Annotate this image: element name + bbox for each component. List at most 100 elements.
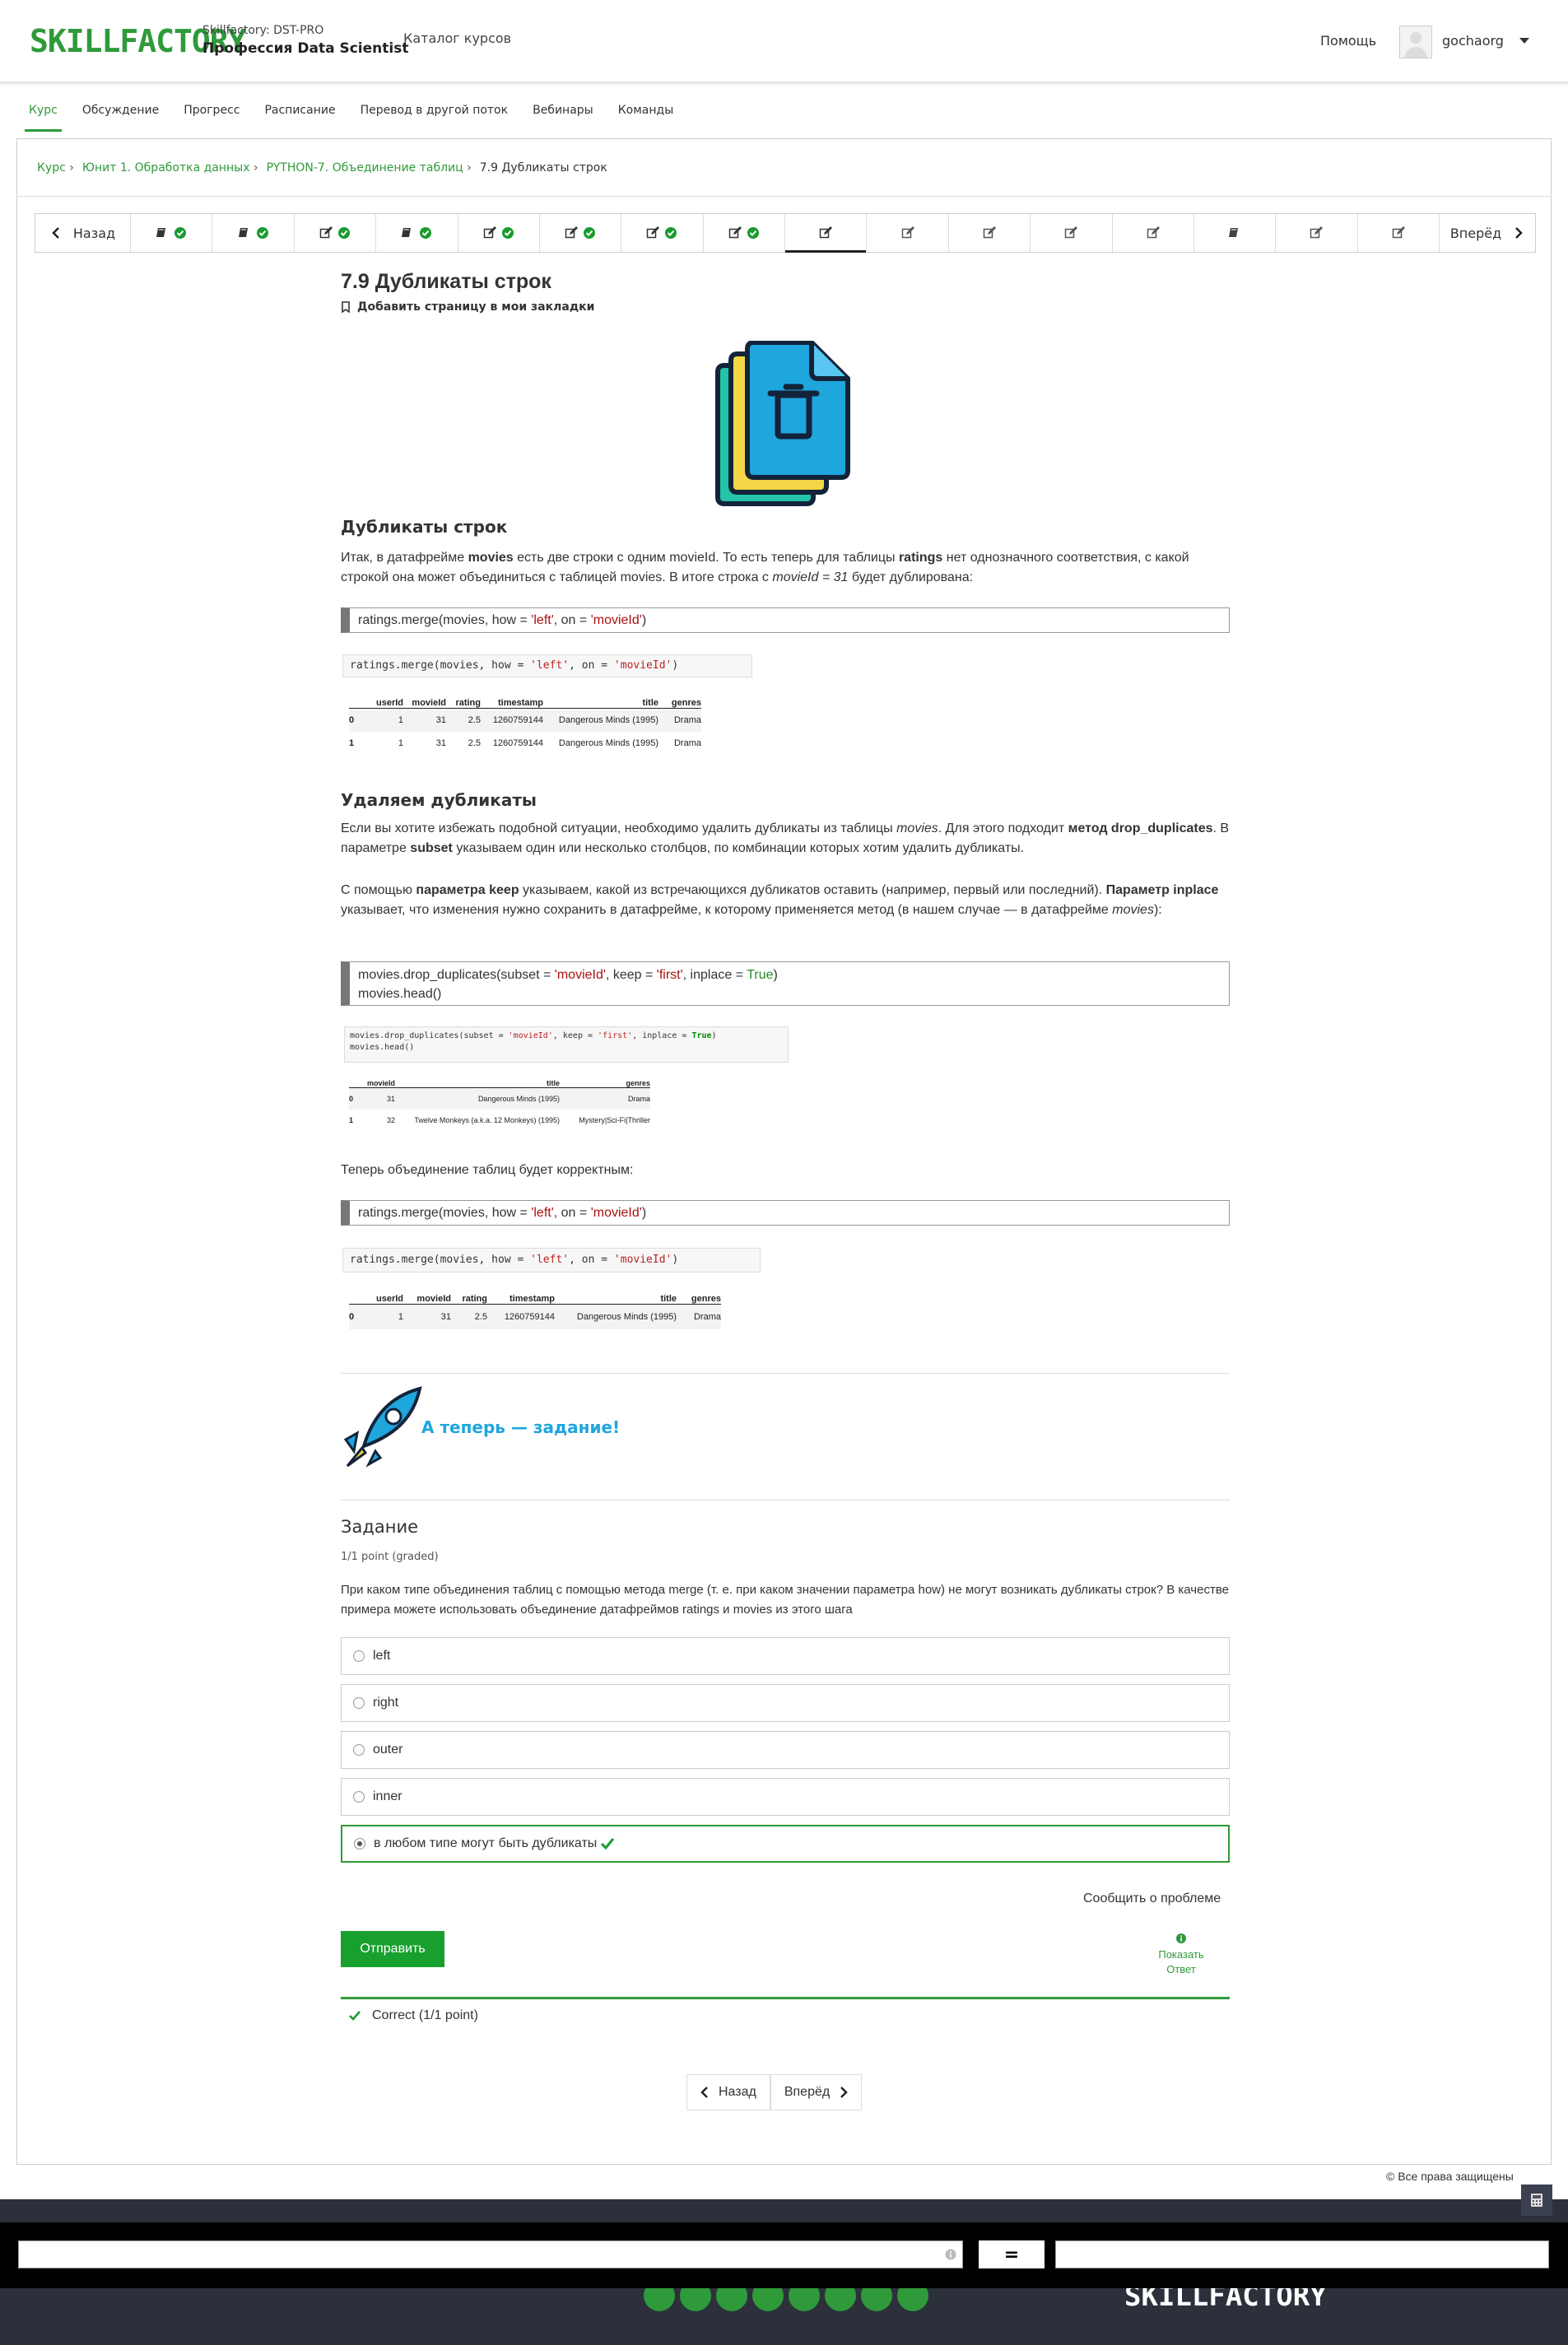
user-menu-caret-icon[interactable]: [1519, 38, 1529, 44]
sequence-tab-3[interactable]: [295, 214, 377, 252]
sequence-next-label: Вперёд: [1449, 225, 1502, 241]
section-heading-remove-duplicates: Удаляем дубликаты: [341, 790, 537, 810]
dataframe-output-1: userId movieId rating timestamp title genres …: [349, 698, 701, 755]
table-row: 0 31 Dangerous Minds (1995) Drama: [349, 1087, 650, 1110]
calculator-expression-input[interactable]: [18, 2240, 963, 2268]
breadcrumb-section[interactable]: PYTHON-7. Объединение таблиц: [267, 161, 463, 174]
breadcrumb-divider: [16, 196, 1552, 197]
table-row: 0 1 31 2.5 1260759144 Dangerous Minds (1995) D…: [349, 1304, 721, 1329]
answer-option-right[interactable]: right: [341, 1684, 1230, 1722]
answer-option-any[interactable]: в любом типе могут быть дубликаты: [341, 1825, 1230, 1863]
sequence-tab-13[interactable]: [1113, 214, 1194, 252]
sequence-tab-2[interactable]: [212, 214, 295, 252]
radio-button-selected[interactable]: [354, 1838, 365, 1849]
text-bold: метод drop_duplicates: [1068, 821, 1213, 835]
col-header: genres: [560, 1079, 650, 1088]
edit-icon: [983, 226, 996, 239]
calculator-result-field: [1055, 2240, 1549, 2268]
text-fragment: С помощью: [341, 883, 416, 897]
calculator-icon: [1531, 2194, 1542, 2207]
text-fragment: будет дублирована:: [848, 570, 974, 584]
show-answer-button[interactable]: Показать Ответ: [1146, 1933, 1217, 1977]
table-row: 1 32 Twelve Monkeys (a.k.a. 12 Monkeys) (1…: [349, 1115, 650, 1124]
tab-transfer[interactable]: Перевод в другой поток: [348, 92, 521, 132]
col-header: title: [395, 1079, 560, 1088]
section1-paragraph: Итак, в датафрейме movies есть две строк…: [341, 548, 1230, 588]
course-info: Skillfactory: DST-PRO Профессия Data Sci…: [202, 21, 408, 58]
sequence-tab-4[interactable]: [376, 214, 458, 252]
code-block-merge-2: ratings.merge(movies, how = 'left', on =…: [341, 1200, 1230, 1226]
info-icon: [1176, 1933, 1186, 1943]
bookmark-button[interactable]: Добавить страницу в мои закладки: [341, 300, 1230, 314]
tab-course[interactable]: Курс: [16, 92, 70, 132]
checkmark-icon: [600, 1838, 614, 1849]
sequence-prev-button[interactable]: Назад: [35, 214, 131, 252]
problem-question: При каком типе объединения таблиц с помо…: [341, 1583, 1229, 1617]
tab-webinars[interactable]: Вебинары: [520, 92, 606, 132]
text-italic: movieId = 31: [772, 570, 849, 584]
text-fragment: указываем один или несколько столбцов, п…: [452, 841, 1025, 855]
result-text: Correct (1/1 point): [372, 2008, 478, 2022]
sequence-tab-14[interactable]: [1194, 214, 1277, 252]
catalog-link[interactable]: Каталог курсов: [403, 30, 511, 46]
table-row: 1 1 31 2.5 1260759144 Dangerous Minds (1995) D…: [349, 737, 701, 748]
calculator-equals-button[interactable]: =: [979, 2240, 1045, 2268]
col-header: timestamp: [487, 1294, 555, 1305]
bottom-prev-button[interactable]: Назад: [686, 2074, 770, 2110]
breadcrumb-unit[interactable]: Юнит 1. Обработка данных: [82, 161, 250, 174]
submit-button[interactable]: Отправить: [341, 1931, 444, 1967]
radio-button[interactable]: [353, 1791, 365, 1803]
avatar[interactable]: [1399, 26, 1432, 58]
bottom-nav: Назад Вперёд: [686, 2074, 863, 2110]
edit-icon: [901, 226, 914, 239]
section2-paragraph-1: Если вы хотите избежать подобной ситуаци…: [341, 819, 1230, 858]
sequence-tab-15[interactable]: [1276, 214, 1358, 252]
tab-schedule[interactable]: Расписание: [252, 92, 347, 132]
sequence-tab-5[interactable]: [458, 214, 540, 252]
sequence-next-button[interactable]: Вперёд: [1440, 214, 1535, 252]
user-avatar-icon: [1404, 32, 1427, 58]
option-label: right: [373, 1696, 399, 1710]
sequence-tab-11[interactable]: [949, 214, 1031, 252]
sequence-tab-8[interactable]: [704, 214, 785, 252]
dataframe-output-2: movieId title genres 0 31 Dangerous Minds (1…: [349, 1079, 650, 1131]
bottom-next-button[interactable]: Вперёд: [770, 2074, 863, 2110]
col-header: rating: [446, 698, 481, 709]
chevron-right-icon: [840, 2087, 848, 2098]
help-link[interactable]: Помощь: [1320, 33, 1376, 49]
sequence-tab-6[interactable]: [540, 214, 622, 252]
calculator-toggle-button[interactable]: [1521, 2184, 1552, 2216]
tab-teams[interactable]: Команды: [606, 92, 686, 132]
radio-button[interactable]: [353, 1744, 365, 1756]
breadcrumb-course[interactable]: Курс: [37, 161, 66, 174]
check-circle-icon: [420, 227, 432, 239]
sequence-tab-10[interactable]: [867, 214, 949, 252]
sequence-tab-7[interactable]: [621, 214, 704, 252]
col-header: genres: [658, 698, 701, 709]
edit-icon: [483, 226, 496, 239]
sequence-tab-1[interactable]: [131, 214, 213, 252]
answer-option-inner[interactable]: inner: [341, 1778, 1230, 1816]
radio-button[interactable]: [353, 1697, 365, 1709]
col-header: userId: [365, 1294, 403, 1305]
sequence-tab-9-active[interactable]: [785, 214, 868, 253]
notebook-cell-merge-2: ratings.merge(movies, how = 'left', on =…: [342, 1248, 761, 1273]
sequence-tab-12[interactable]: [1031, 214, 1113, 252]
option-label: в любом типе могут быть дубликаты: [374, 1836, 598, 1850]
report-problem-link[interactable]: Сообщить о проблеме: [1083, 1891, 1221, 1906]
username[interactable]: gochaorg: [1442, 33, 1504, 49]
radio-button[interactable]: [353, 1650, 365, 1662]
dataframe-output-3: userId movieId rating timestamp title genres …: [349, 1294, 721, 1329]
tab-progress[interactable]: Прогресс: [171, 92, 252, 132]
answer-option-left[interactable]: left: [341, 1637, 1230, 1675]
breadcrumb-current: 7.9 Дубликаты строк: [479, 161, 607, 174]
sequence-tab-16[interactable]: [1358, 214, 1440, 252]
tab-discussion[interactable]: Обсуждение: [70, 92, 171, 132]
checkmark-icon: [349, 2011, 361, 2021]
sequence-nav: Назад Вперёд: [35, 213, 1536, 253]
answer-option-outer[interactable]: outer: [341, 1731, 1230, 1769]
divider: [341, 1373, 1230, 1374]
edit-icon: [1065, 226, 1078, 239]
text-fragment: указывает, что изменения нужно сохранить…: [341, 903, 1113, 917]
book-icon: [402, 228, 412, 237]
